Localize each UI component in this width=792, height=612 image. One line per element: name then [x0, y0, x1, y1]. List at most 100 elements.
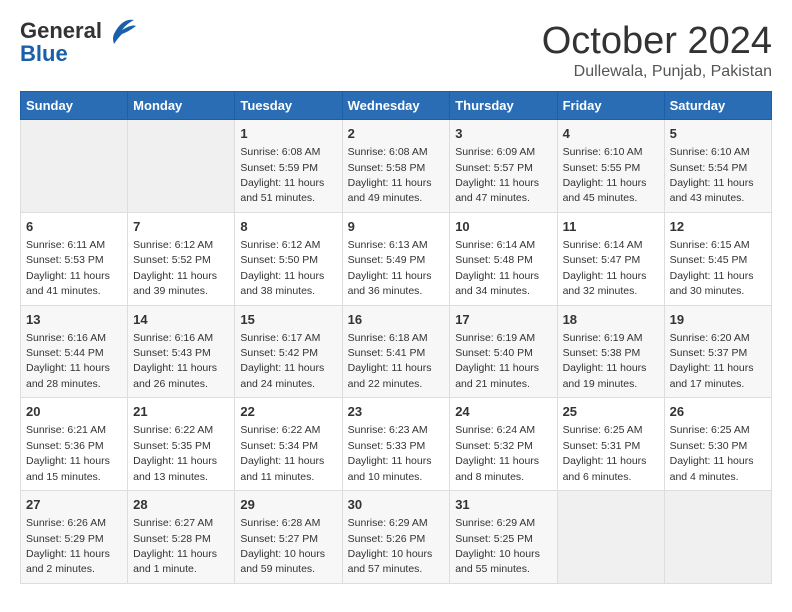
day-info: Sunrise: 6:16 AMSunset: 5:43 PMDaylight:…: [133, 332, 217, 390]
column-header-wednesday: Wednesday: [342, 92, 450, 120]
day-info: Sunrise: 6:25 AMSunset: 5:30 PMDaylight:…: [670, 424, 754, 482]
title-block: October 2024 Dullewala, Punjab, Pakistan: [542, 20, 772, 81]
day-number: 30: [348, 496, 445, 514]
day-info: Sunrise: 6:08 AMSunset: 5:58 PMDaylight:…: [348, 146, 432, 204]
day-info: Sunrise: 6:17 AMSunset: 5:42 PMDaylight:…: [240, 332, 324, 390]
day-number: 19: [670, 311, 766, 329]
calendar-cell: 30Sunrise: 6:29 AMSunset: 5:26 PMDayligh…: [342, 491, 450, 584]
calendar-table: SundayMondayTuesdayWednesdayThursdayFrid…: [20, 91, 772, 584]
calendar-cell: 15Sunrise: 6:17 AMSunset: 5:42 PMDayligh…: [235, 305, 342, 398]
calendar-cell: 5Sunrise: 6:10 AMSunset: 5:54 PMDaylight…: [664, 120, 771, 213]
calendar-cell: 22 Sunrise: 6:22 AMSunset: 5:34 PMDayligh…: [235, 398, 342, 491]
header-row: SundayMondayTuesdayWednesdayThursdayFrid…: [21, 92, 772, 120]
day-number: 14: [133, 311, 229, 329]
day-number: 13: [26, 311, 122, 329]
day-number: 2: [348, 125, 445, 143]
day-number: 12: [670, 218, 766, 236]
day-number: 11: [563, 218, 659, 236]
day-number: 4: [563, 125, 659, 143]
logo-blue-text: Blue: [20, 41, 68, 66]
calendar-cell: 3Sunrise: 6:09 AMSunset: 5:57 PMDaylight…: [450, 120, 557, 213]
calendar-cell: 13Sunrise: 6:16 AMSunset: 5:44 PMDayligh…: [21, 305, 128, 398]
day-number: 10: [455, 218, 551, 236]
day-info: Sunrise: 6:11 AMSunset: 5:53 PMDaylight:…: [26, 239, 110, 297]
calendar-cell: 12 Sunrise: 6:15 AMSunset: 5:45 PMDayligh…: [664, 212, 771, 305]
day-number: 28: [133, 496, 229, 514]
calendar-cell: [664, 491, 771, 584]
day-info: Sunrise: 6:22 AMSunset: 5:34 PMDaylight:…: [240, 424, 324, 482]
calendar-cell: 17 Sunrise: 6:19 AMSunset: 5:40 PMDayligh…: [450, 305, 557, 398]
column-header-friday: Friday: [557, 92, 664, 120]
calendar-cell: [21, 120, 128, 213]
column-header-saturday: Saturday: [664, 92, 771, 120]
day-info: Sunrise: 6:15 AMSunset: 5:45 PMDaylight:…: [670, 239, 754, 297]
calendar-cell: 24 Sunrise: 6:24 AMSunset: 5:32 PMDayligh…: [450, 398, 557, 491]
day-info: Sunrise: 6:10 AMSunset: 5:54 PMDaylight:…: [670, 146, 754, 204]
calendar-cell: 20 Sunrise: 6:21 AMSunset: 5:36 PMDayligh…: [21, 398, 128, 491]
day-info: Sunrise: 6:27 AMSunset: 5:28 PMDaylight:…: [133, 517, 217, 575]
calendar-cell: 23Sunrise: 6:23 AMSunset: 5:33 PMDayligh…: [342, 398, 450, 491]
calendar-cell: 10 Sunrise: 6:14 AMSunset: 5:48 PMDayligh…: [450, 212, 557, 305]
column-header-monday: Monday: [128, 92, 235, 120]
day-number: 25: [563, 403, 659, 421]
calendar-cell: 18Sunrise: 6:19 AMSunset: 5:38 PMDayligh…: [557, 305, 664, 398]
calendar-cell: 7Sunrise: 6:12 AMSunset: 5:52 PMDaylight…: [128, 212, 235, 305]
calendar-cell: 14 Sunrise: 6:16 AMSunset: 5:43 PMDayligh…: [128, 305, 235, 398]
day-info: Sunrise: 6:20 AMSunset: 5:37 PMDaylight:…: [670, 332, 754, 390]
calendar-cell: 29 Sunrise: 6:28 AMSunset: 5:27 PMDayligh…: [235, 491, 342, 584]
calendar-cell: 21 Sunrise: 6:22 AMSunset: 5:35 PMDayligh…: [128, 398, 235, 491]
logo: General Blue: [20, 20, 136, 65]
day-number: 21: [133, 403, 229, 421]
day-number: 17: [455, 311, 551, 329]
calendar-cell: 26Sunrise: 6:25 AMSunset: 5:30 PMDayligh…: [664, 398, 771, 491]
month-title: October 2024: [542, 20, 772, 63]
day-number: 23: [348, 403, 445, 421]
day-number: 16: [348, 311, 445, 329]
day-number: 8: [240, 218, 336, 236]
day-info: Sunrise: 6:26 AMSunset: 5:29 PMDaylight:…: [26, 517, 110, 575]
page-header: General Blue October 2024 Dullewala, Pun…: [20, 20, 772, 81]
day-info: Sunrise: 6:24 AMSunset: 5:32 PMDaylight:…: [455, 424, 539, 482]
week-row-1: 1 Sunrise: 6:08 AMSunset: 5:59 PMDaylight…: [21, 120, 772, 213]
calendar-cell: 27Sunrise: 6:26 AMSunset: 5:29 PMDayligh…: [21, 491, 128, 584]
day-number: 1: [240, 125, 336, 143]
day-number: 20: [26, 403, 122, 421]
day-info: Sunrise: 6:14 AMSunset: 5:48 PMDaylight:…: [455, 239, 539, 297]
week-row-5: 27Sunrise: 6:26 AMSunset: 5:29 PMDayligh…: [21, 491, 772, 584]
calendar-cell: 19 Sunrise: 6:20 AMSunset: 5:37 PMDayligh…: [664, 305, 771, 398]
column-header-sunday: Sunday: [21, 92, 128, 120]
calendar-cell: 8 Sunrise: 6:12 AMSunset: 5:50 PMDaylight…: [235, 212, 342, 305]
calendar-cell: 9Sunrise: 6:13 AMSunset: 5:49 PMDaylight…: [342, 212, 450, 305]
day-info: Sunrise: 6:25 AMSunset: 5:31 PMDaylight:…: [563, 424, 647, 482]
column-header-thursday: Thursday: [450, 92, 557, 120]
column-header-tuesday: Tuesday: [235, 92, 342, 120]
day-info: Sunrise: 6:08 AMSunset: 5:59 PMDaylight:…: [240, 146, 324, 204]
day-info: Sunrise: 6:19 AMSunset: 5:40 PMDaylight:…: [455, 332, 539, 390]
calendar-cell: 31Sunrise: 6:29 AMSunset: 5:25 PMDayligh…: [450, 491, 557, 584]
day-info: Sunrise: 6:13 AMSunset: 5:49 PMDaylight:…: [348, 239, 432, 297]
logo-general-text: General: [20, 18, 102, 43]
calendar-cell: 4 Sunrise: 6:10 AMSunset: 5:55 PMDaylight…: [557, 120, 664, 213]
day-number: 7: [133, 218, 229, 236]
calendar-cell: [557, 491, 664, 584]
week-row-2: 6 Sunrise: 6:11 AMSunset: 5:53 PMDaylight…: [21, 212, 772, 305]
calendar-cell: 2 Sunrise: 6:08 AMSunset: 5:58 PMDaylight…: [342, 120, 450, 213]
day-info: Sunrise: 6:12 AMSunset: 5:50 PMDaylight:…: [240, 239, 324, 297]
day-info: Sunrise: 6:18 AMSunset: 5:41 PMDaylight:…: [348, 332, 432, 390]
day-info: Sunrise: 6:10 AMSunset: 5:55 PMDaylight:…: [563, 146, 647, 204]
day-info: Sunrise: 6:22 AMSunset: 5:35 PMDaylight:…: [133, 424, 217, 482]
day-number: 22: [240, 403, 336, 421]
day-info: Sunrise: 6:21 AMSunset: 5:36 PMDaylight:…: [26, 424, 110, 482]
day-number: 31: [455, 496, 551, 514]
day-info: Sunrise: 6:09 AMSunset: 5:57 PMDaylight:…: [455, 146, 539, 204]
day-number: 24: [455, 403, 551, 421]
day-info: Sunrise: 6:28 AMSunset: 5:27 PMDaylight:…: [240, 517, 325, 575]
calendar-cell: 28 Sunrise: 6:27 AMSunset: 5:28 PMDayligh…: [128, 491, 235, 584]
day-number: 29: [240, 496, 336, 514]
day-number: 18: [563, 311, 659, 329]
week-row-4: 20 Sunrise: 6:21 AMSunset: 5:36 PMDayligh…: [21, 398, 772, 491]
calendar-cell: [128, 120, 235, 213]
day-number: 6: [26, 218, 122, 236]
calendar-cell: 16 Sunrise: 6:18 AMSunset: 5:41 PMDayligh…: [342, 305, 450, 398]
calendar-cell: 11Sunrise: 6:14 AMSunset: 5:47 PMDayligh…: [557, 212, 664, 305]
